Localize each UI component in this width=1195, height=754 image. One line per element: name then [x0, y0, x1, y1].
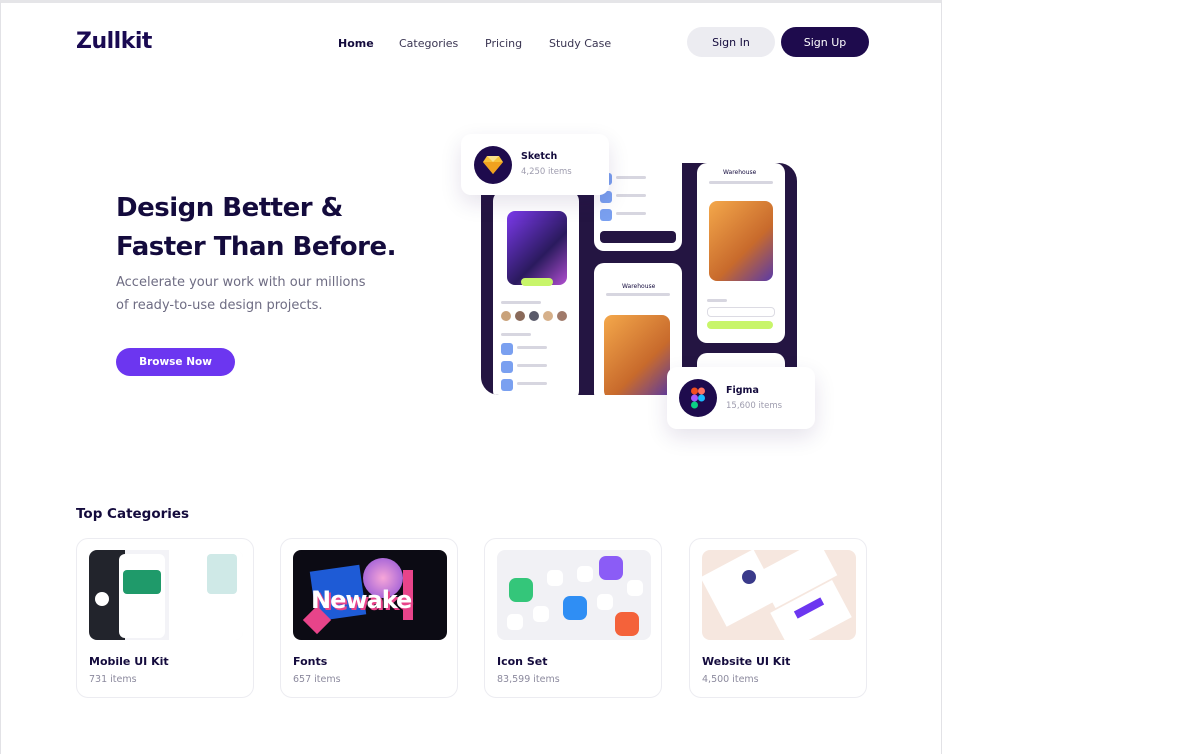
top-categories-title: Top Categories — [76, 506, 190, 522]
hero-subtitle-line-1: Accelerate your work with our millions — [116, 275, 366, 290]
category-name: Icon Set — [497, 655, 548, 668]
mockup-warehouse-title-2: Warehouse — [622, 283, 656, 290]
sketch-count: 4,250 items — [521, 167, 572, 177]
nav-study-case[interactable]: Study Case — [549, 37, 611, 50]
sign-up-button[interactable]: Sign Up — [781, 27, 869, 57]
app-mockup-image: Warehouse Warehouse — [481, 163, 797, 395]
category-name: Website UI Kit — [702, 655, 791, 668]
sketch-card: Sketch 4,250 items — [461, 134, 609, 195]
fonts-thumbnail-text: Newake — [311, 586, 412, 614]
website-ui-kit-thumbnail — [702, 550, 856, 640]
category-count: 4,500 items — [702, 674, 759, 685]
sketch-name: Sketch — [521, 151, 558, 162]
mockup-warehouse-title: Warehouse — [723, 169, 757, 176]
mockup-screen-left — [493, 191, 579, 395]
place-bid-mini-button — [707, 321, 773, 329]
category-name: Fonts — [293, 655, 328, 668]
figma-count: 15,600 items — [726, 401, 783, 411]
category-card-website-ui-kit[interactable]: Website UI Kit 4,500 items — [689, 538, 867, 698]
nav-pricing[interactable]: Pricing — [485, 37, 522, 50]
icon-set-thumbnail — [497, 550, 651, 640]
warehouse-artwork-2 — [604, 315, 670, 395]
hero-subtitle: Accelerate your work with our millions o… — [116, 271, 376, 317]
browse-now-button[interactable]: Browse Now — [116, 348, 235, 376]
mockup-screen-top-right: Warehouse — [697, 163, 785, 343]
figma-icon — [679, 379, 717, 417]
category-count: 731 items — [89, 674, 137, 685]
nav-home[interactable]: Home — [338, 37, 374, 50]
nav-categories[interactable]: Categories — [399, 37, 458, 50]
logo[interactable]: Zullkit — [76, 29, 152, 54]
bid-now-mini-button — [521, 278, 553, 286]
category-count: 657 items — [293, 674, 341, 685]
hero-title-line-1: Design Better & — [116, 193, 343, 223]
figma-name: Figma — [726, 385, 759, 396]
category-card-fonts[interactable]: Newake Fonts 657 items — [280, 538, 458, 698]
sketch-diamond-icon — [474, 146, 512, 184]
creator-avatars — [501, 311, 567, 321]
category-count: 83,599 items — [497, 674, 560, 685]
fonts-thumbnail: Newake — [293, 550, 447, 640]
mobile-ui-kit-thumbnail — [89, 550, 243, 640]
category-name: Mobile UI Kit — [89, 655, 169, 668]
category-card-mobile-ui-kit[interactable]: Mobile UI Kit 731 items — [76, 538, 254, 698]
sign-in-button[interactable]: Sign In — [687, 27, 775, 57]
warehouse-artwork — [709, 201, 773, 281]
hero-subtitle-line-2: of ready-to-use design projects. — [116, 298, 323, 313]
hero-title: Design Better & Faster Than Before. — [116, 189, 436, 267]
landing-page: Zullkit Home Categories Pricing Study Ca… — [0, 0, 942, 754]
category-card-icon-set[interactable]: Icon Set 83,599 items — [484, 538, 662, 698]
figma-card: Figma 15,600 items — [667, 367, 815, 429]
nft-artwork — [507, 211, 567, 285]
hero-title-line-2: Faster Than Before. — [116, 232, 397, 262]
